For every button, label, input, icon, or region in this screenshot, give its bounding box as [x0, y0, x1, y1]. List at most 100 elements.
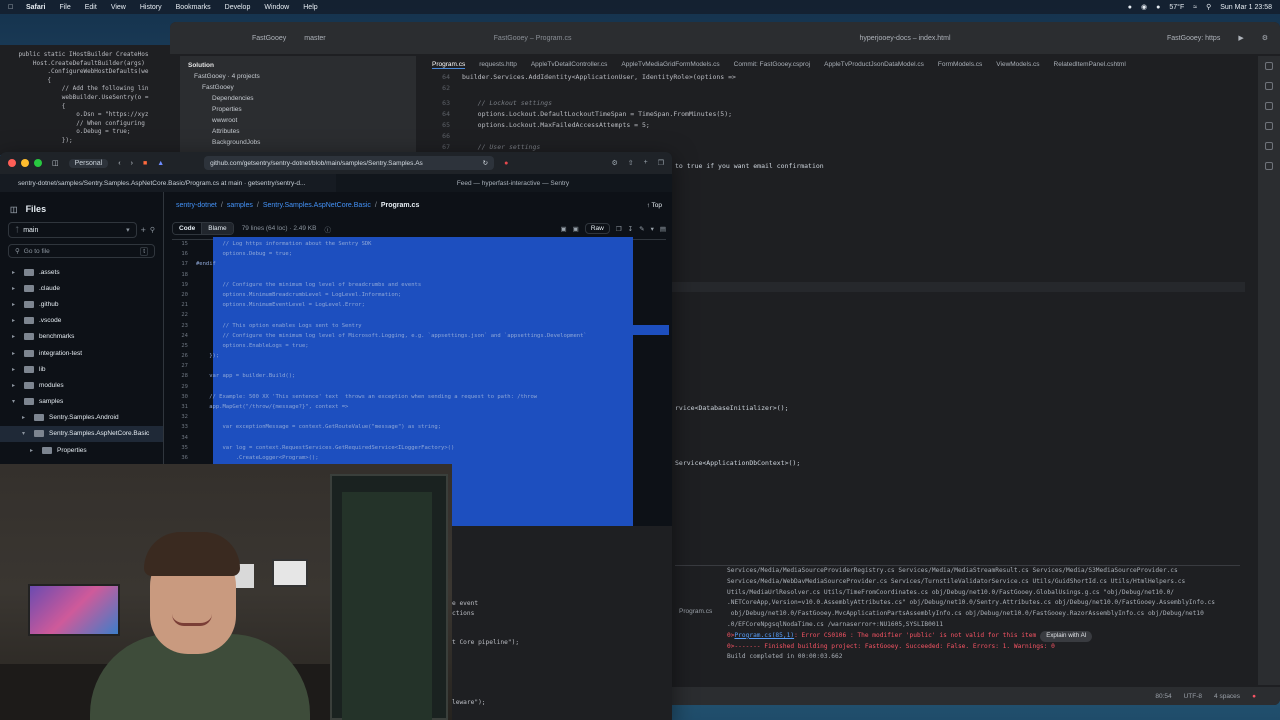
weather-reading[interactable]: 57°F	[1169, 4, 1184, 11]
file-encoding[interactable]: UTF-8	[1184, 693, 1202, 700]
endpoints-icon[interactable]	[1265, 142, 1273, 150]
tree-item-integration-test[interactable]: ▸ integration-test	[0, 345, 163, 361]
sidebar-toggle-icon[interactable]: ◫	[52, 159, 59, 167]
tab-github-program-cs[interactable]: sentry-dotnet/samples/Sentry.Samples.Asp…	[0, 174, 336, 192]
tree-item-fastgooey[interactable]: FastGooey	[188, 82, 408, 93]
collapse-sidebar-icon[interactable]: ◫	[10, 205, 18, 214]
minimize-window-button[interactable]	[21, 159, 29, 167]
tab-form-models[interactable]: FormModels.cs	[938, 61, 982, 68]
edit-icon[interactable]: ✎	[639, 225, 644, 233]
branch-selector[interactable]: master	[304, 35, 325, 42]
profile-selector[interactable]: Personal	[68, 158, 109, 168]
share-icon[interactable]: ⇧	[628, 159, 634, 167]
tab-commit-csproj[interactable]: Commit: FastGooey.csproj	[734, 61, 810, 68]
stop-extension-icon[interactable]: ●	[504, 160, 508, 167]
branch-selector[interactable]: ᛏ main ▾	[8, 222, 137, 238]
reload-icon[interactable]: ↻	[483, 159, 488, 167]
tab-appletv-detail-controller[interactable]: AppleTvDetailController.cs	[531, 61, 608, 68]
discord-icon[interactable]: ●	[1128, 4, 1132, 11]
menu-bookmarks[interactable]: Bookmarks	[176, 4, 211, 11]
build-file-label[interactable]: Program.cs	[679, 608, 712, 615]
indentation[interactable]: 4 spaces	[1214, 693, 1240, 700]
error-location-link[interactable]: Program.cs(85,1)	[734, 632, 794, 639]
control-center-icon[interactable]: ◉	[1141, 3, 1147, 11]
tree-item-properties[interactable]: Properties	[188, 104, 408, 115]
tree-item-samples-aspnetcore-basic[interactable]: ▾ Sentry.Samples.AspNetCore.Basic	[0, 425, 163, 443]
tab-appletv-media-grid[interactable]: AppleTvMediaGridFormModels.cs	[621, 61, 719, 68]
tab-related-item-panel[interactable]: RelatedItemPanel.cshtml	[1054, 61, 1126, 68]
tree-item-modules[interactable]: ▸ modules	[0, 377, 163, 393]
github-code-view[interactable]: 15 // Log https information about the Se…	[172, 239, 637, 471]
extension-icon[interactable]: ■	[143, 160, 147, 167]
preview-icon[interactable]: ▣	[573, 225, 579, 233]
tab-appletv-product-json[interactable]: AppleTvProductJsonDataModel.cs	[824, 61, 924, 68]
coverage-icon[interactable]	[1265, 162, 1273, 170]
menu-file[interactable]: File	[59, 4, 70, 11]
menu-edit[interactable]: Edit	[85, 4, 97, 11]
symbols-icon[interactable]: ⓘ	[324, 224, 331, 234]
menu-history[interactable]: History	[140, 4, 162, 11]
top-button[interactable]: ↑ Top	[647, 202, 662, 209]
run-icon[interactable]: ▶	[1238, 34, 1243, 42]
tree-item-claude[interactable]: ▸ .claude	[0, 280, 163, 296]
tree-item-samples[interactable]: ▾ samples	[0, 394, 163, 410]
chevron-down-icon[interactable]: ▾	[651, 225, 654, 233]
forward-icon[interactable]: ›	[131, 160, 133, 167]
error-indicator-icon[interactable]: ●	[1252, 693, 1256, 700]
tab-sentry-feed[interactable]: Feed — hyperfast-interactive — Sentry	[336, 174, 672, 192]
raw-button[interactable]: Raw	[584, 223, 610, 234]
apple-icon[interactable]: 	[8, 4, 16, 11]
search-files-icon[interactable]: ⚲	[150, 226, 155, 234]
wifi-icon[interactable]: ≈	[1193, 4, 1197, 11]
tree-item-backgroundjobs[interactable]: BackgroundJobs	[188, 137, 408, 148]
debug-icon[interactable]: ⚙	[1262, 34, 1268, 42]
tab-view-models[interactable]: ViewModels.cs	[996, 61, 1039, 68]
search-icon[interactable]: ⚲	[1206, 3, 1211, 11]
menu-help[interactable]: Help	[303, 4, 317, 11]
copy-icon[interactable]: ❐	[616, 225, 622, 233]
tab-overview-icon[interactable]: ❐	[658, 159, 664, 167]
tab-requests-http[interactable]: requests.http	[479, 61, 517, 68]
tree-item-vscode[interactable]: ▸ .vscode	[0, 313, 163, 329]
run-config-selector[interactable]: FastGooey: https	[1167, 35, 1220, 42]
tree-item-properties[interactable]: ▸ Properties	[0, 442, 163, 458]
menu-view[interactable]: View	[111, 4, 126, 11]
back-icon[interactable]: ‹	[118, 160, 120, 167]
cursor-position[interactable]: 80:54	[1155, 693, 1171, 700]
solution-root[interactable]: FastGooey · 4 projects	[188, 71, 408, 82]
copilot-icon[interactable]: ▣	[561, 225, 567, 233]
notifications-icon[interactable]	[1265, 62, 1273, 70]
tree-item-wwwroot[interactable]: wwwroot	[188, 115, 408, 126]
database-icon[interactable]	[1265, 82, 1273, 90]
tab-blame[interactable]: Blame	[202, 223, 233, 234]
ai-assistant-icon[interactable]	[1265, 102, 1273, 110]
shield-icon[interactable]: ▲	[157, 160, 164, 167]
go-to-file-input[interactable]: ⚲ Go to file t	[8, 244, 155, 258]
symbols-panel-icon[interactable]: ▤	[660, 225, 666, 233]
project-selector[interactable]: FastGooey	[252, 35, 286, 42]
add-file-icon[interactable]: +	[141, 225, 146, 235]
tree-item-github[interactable]: ▸ .github	[0, 296, 163, 312]
breadcrumb-repo[interactable]: sentry-dotnet	[176, 202, 217, 209]
zoom-window-button[interactable]	[34, 159, 42, 167]
new-tab-icon[interactable]: +	[644, 159, 648, 167]
menu-develop[interactable]: Develop	[225, 4, 251, 11]
tree-item-lib[interactable]: ▸ lib	[0, 361, 163, 377]
structure-icon[interactable]	[1265, 122, 1273, 130]
menu-app-name[interactable]: Safari	[26, 4, 45, 11]
tree-item-samples-android[interactable]: ▸ Sentry.Samples.Android	[0, 410, 163, 426]
tree-item-benchmarks[interactable]: ▸ benchmarks	[0, 329, 163, 345]
clock[interactable]: Sun Mar 1 23:58	[1220, 4, 1272, 11]
download-icon[interactable]: ↧	[628, 225, 633, 233]
breadcrumb-samples[interactable]: samples	[227, 202, 253, 209]
tab-program-cs[interactable]: Program.cs	[432, 61, 466, 69]
tab-code[interactable]: Code	[173, 223, 203, 234]
menu-window[interactable]: Window	[264, 4, 289, 11]
tree-item-attributes[interactable]: Attributes	[188, 126, 408, 137]
record-icon[interactable]: ●	[1156, 4, 1160, 11]
explain-with-ai-button[interactable]: Explain with AI	[1040, 630, 1093, 642]
settings-icon[interactable]: ⚙	[611, 159, 617, 167]
url-bar[interactable]: github.com/getsentry/sentry-dotnet/blob/…	[204, 156, 495, 170]
close-window-button[interactable]	[8, 159, 16, 167]
tree-item-dependencies[interactable]: Dependencies	[188, 93, 408, 104]
